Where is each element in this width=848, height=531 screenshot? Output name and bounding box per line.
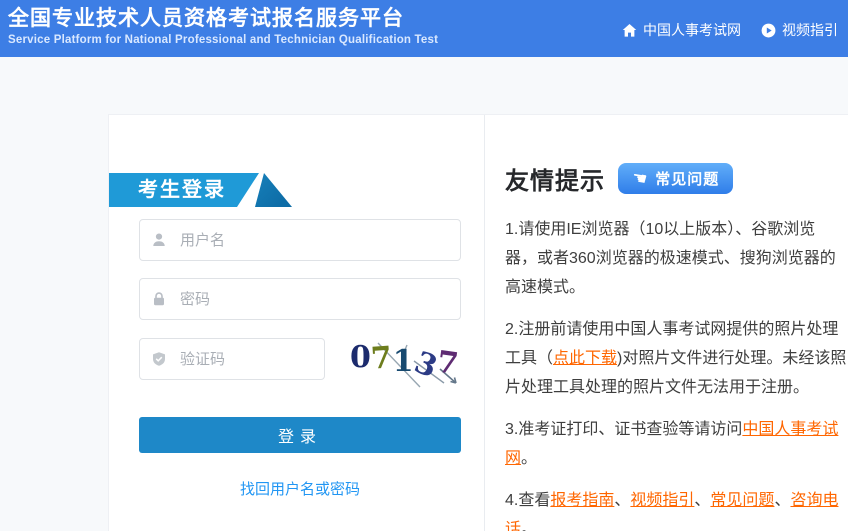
tip-link-faq[interactable]: 常见问题 <box>710 492 774 509</box>
nav-link-video-guide[interactable]: 视频指引 <box>761 20 838 40</box>
username-input[interactable] <box>139 219 461 261</box>
nav-link-cpta-site[interactable]: 中国人事考试网 <box>622 20 741 40</box>
tips-panel: 友情提示 ☚ 常见问题 1.请使用IE浏览器（10以上版本）、谷歌浏览器，或者3… <box>484 115 848 531</box>
captcha-digit: 7 <box>435 348 462 381</box>
login-panel-ribbon: 考生登录 <box>109 173 299 207</box>
tip-paragraph: 2.注册前请使用中国人事考试网提供的照片处理工具（点此下载)对照片文件进行处理。… <box>505 315 847 402</box>
header-nav: 中国人事考试网 视频指引 <box>622 20 838 40</box>
lock-icon <box>151 291 167 307</box>
login-panel: 考生登录 07137 <box>109 115 484 531</box>
tip-paragraph: 1.请使用IE浏览器（10以上版本）、谷歌浏览器，或者360浏览器的极速模式、搜… <box>505 215 847 302</box>
tip-text: 、 <box>614 492 630 509</box>
tip-text: 3.准考证打印、证书查验等请访问 <box>505 421 742 438</box>
tip-text: 1.请使用IE浏览器（10以上版本）、谷歌浏览器，或者360浏览器的极速模式、搜… <box>505 221 836 296</box>
home-icon <box>622 23 637 38</box>
tips-title: 友情提示 <box>505 161 605 196</box>
username-field-wrapper <box>139 219 461 261</box>
tip-paragraph: 3.准考证打印、证书查验等请访问中国人事考试网。 <box>505 415 847 473</box>
captcha-field-wrapper <box>139 338 325 380</box>
tip-link-exam-guide[interactable]: 报考指南 <box>550 492 614 509</box>
recover-account-link[interactable]: 找回用户名或密码 <box>139 478 461 499</box>
faq-button-label: 常见问题 <box>655 168 719 189</box>
tip-text: 、 <box>774 492 790 509</box>
page-subtitle: Service Platform for National Profession… <box>8 34 438 46</box>
play-icon <box>761 23 776 38</box>
faq-button[interactable]: ☚ 常见问题 <box>618 163 733 194</box>
password-field-wrapper <box>139 278 461 320</box>
tip-paragraph: 4.查看报考指南、视频指引、常见问题、咨询电话。 <box>505 486 847 531</box>
shield-icon <box>151 351 167 367</box>
tip-link-download-photo-tool[interactable]: 点此下载 <box>553 350 617 367</box>
captcha-digit: 7 <box>370 343 395 375</box>
captcha-code: 07137 <box>350 343 464 373</box>
tip-text: 、 <box>694 492 710 509</box>
login-button[interactable]: 登录 <box>139 417 461 453</box>
tips-header: 友情提示 ☚ 常见问题 <box>505 161 733 196</box>
nav-link-label: 中国人事考试网 <box>643 20 741 40</box>
tip-text: 4.查看 <box>505 492 550 509</box>
tip-link-video-guide[interactable]: 视频指引 <box>630 492 694 509</box>
header: 全国专业技术人员资格考试报名服务平台 Service Platform for … <box>0 0 848 57</box>
tips-list: 1.请使用IE浏览器（10以上版本）、谷歌浏览器，或者360浏览器的极速模式、搜… <box>505 215 847 531</box>
pointing-hand-icon: ☚ <box>631 169 650 189</box>
password-input[interactable] <box>139 278 461 320</box>
tip-text: 。 <box>521 450 537 467</box>
user-icon <box>151 232 167 248</box>
page-title: 全国专业技术人员资格考试报名服务平台 <box>8 6 438 31</box>
captcha-image[interactable]: 07137 <box>344 339 466 391</box>
main-panel: 考生登录 07137 <box>108 114 848 531</box>
nav-link-label: 视频指引 <box>782 20 838 40</box>
tip-text: 。 <box>521 521 537 531</box>
header-titles: 全国专业技术人员资格考试报名服务平台 Service Platform for … <box>8 6 438 46</box>
